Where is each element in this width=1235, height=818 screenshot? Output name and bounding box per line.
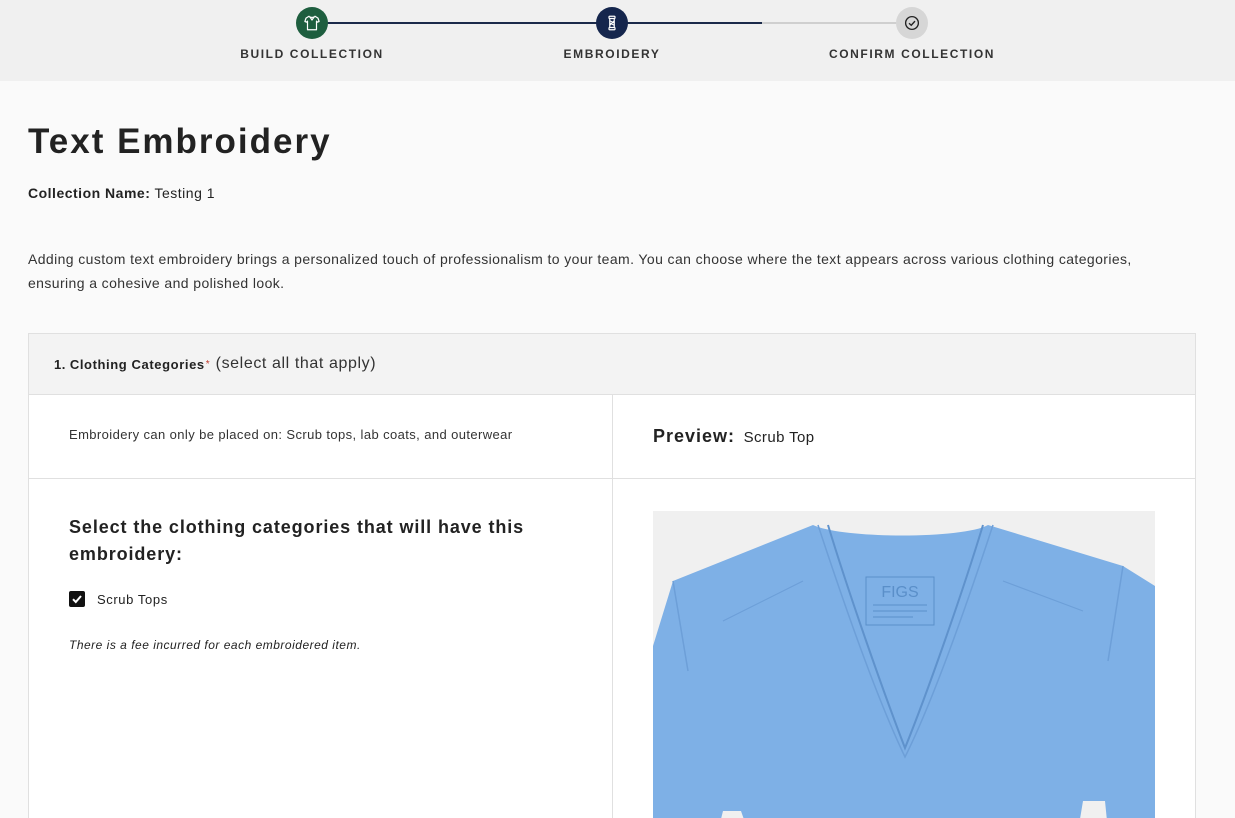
column-divider: [612, 395, 613, 818]
check-circle-icon: [904, 15, 920, 31]
row-divider: [29, 478, 1195, 479]
checkmark-icon: [72, 595, 82, 604]
step-embroidery[interactable]: [596, 7, 628, 39]
scrub-top-preview-image: FIGS: [653, 511, 1155, 818]
placement-note: Embroidery can only be placed on: Scrub …: [69, 427, 513, 442]
stepper-progress-line: [312, 22, 762, 24]
step-label-confirm-collection[interactable]: CONFIRM COLLECTION: [829, 47, 995, 61]
progress-stepper: BUILD COLLECTION EMBROIDERY CONFIRM COLL…: [0, 0, 1235, 81]
intro-text: Adding custom text embroidery brings a p…: [28, 251, 1132, 291]
scrub-tops-label[interactable]: Scrub Tops: [97, 592, 168, 607]
fee-note: There is a fee incurred for each embroid…: [69, 638, 361, 652]
scrub-top-illustration: FIGS: [653, 511, 1155, 818]
scrub-tops-option[interactable]: Scrub Tops: [69, 591, 168, 607]
required-mark: *: [205, 358, 210, 370]
shirt-icon: [304, 15, 320, 31]
clothing-categories-panel: 1. Clothing Categories * (select all tha…: [28, 333, 1196, 818]
preview-heading: Preview: Scrub Top: [653, 426, 815, 447]
section-title: Clothing Categories: [69, 356, 205, 372]
section-header: 1. Clothing Categories * (select all tha…: [29, 334, 1195, 395]
preview-label: Preview:: [653, 426, 736, 446]
step-confirm-collection[interactable]: [896, 7, 928, 39]
section-hint: (select all that apply): [215, 355, 377, 372]
collection-name-label: Collection Name:: [28, 185, 151, 201]
section-number: 1.: [54, 356, 66, 372]
step-label-embroidery[interactable]: EMBROIDERY: [564, 47, 661, 61]
scrub-tops-checkbox[interactable]: [69, 591, 85, 607]
figs-logo-text: FIGS: [881, 584, 918, 601]
thread-spool-icon: [608, 15, 616, 31]
step-label-build-collection[interactable]: BUILD COLLECTION: [240, 47, 384, 61]
step-build-collection[interactable]: [296, 7, 328, 39]
select-categories-title: Select the clothing categories that will…: [69, 517, 525, 564]
page-title: Text Embroidery: [28, 122, 332, 161]
preview-value: Scrub Top: [743, 429, 815, 446]
stepper-remaining-line: [762, 22, 912, 24]
collection-name: Collection Name: Testing 1: [28, 185, 215, 201]
collection-name-value: Testing 1: [154, 185, 216, 201]
